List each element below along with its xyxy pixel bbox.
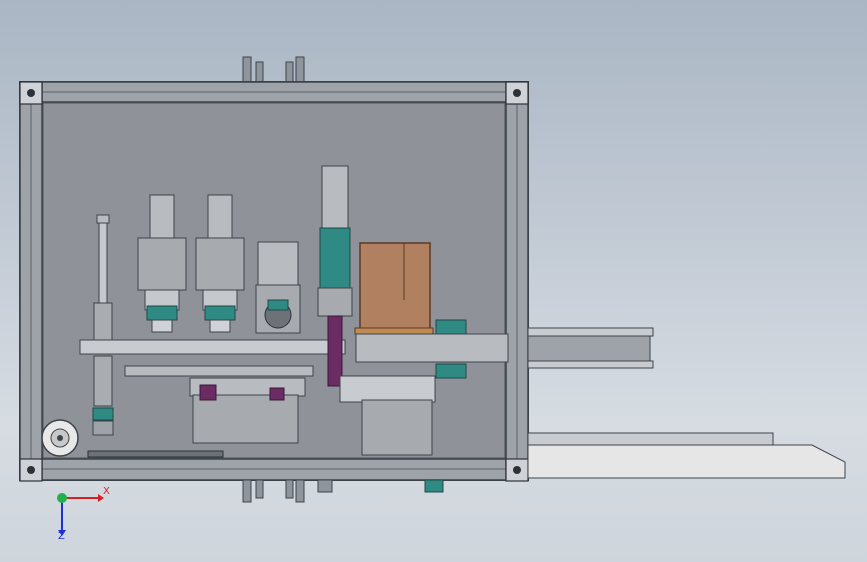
top-fixtures xyxy=(242,56,305,83)
inspection-module[interactable] xyxy=(255,241,301,334)
cardboard-box[interactable] xyxy=(354,242,434,335)
tape-roll[interactable] xyxy=(41,419,79,457)
assembly-scene[interactable] xyxy=(0,0,867,562)
coordinate-triad xyxy=(57,493,104,536)
press-unit[interactable] xyxy=(189,377,306,444)
feed-tray[interactable] xyxy=(527,432,846,479)
z-axis-label: Z xyxy=(58,531,65,542)
x-axis-label: X xyxy=(103,486,110,497)
bottom-fixtures xyxy=(242,479,444,503)
output-conveyor[interactable] xyxy=(355,327,654,369)
cad-viewport[interactable]: X Z xyxy=(0,0,867,562)
